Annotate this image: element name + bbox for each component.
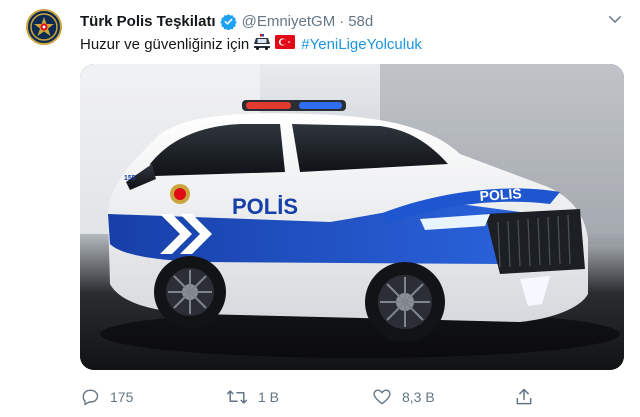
avatar[interactable]: [26, 9, 62, 45]
door-label: POLİS: [232, 194, 298, 219]
retweet-button[interactable]: 1 B: [226, 386, 279, 408]
turkish-flag-emoji: [275, 35, 296, 54]
hood-label: POLİS: [479, 185, 522, 204]
tweet-timestamp[interactable]: 58d: [348, 13, 373, 30]
separator-dot: ·: [339, 12, 345, 30]
police-badge-icon: [30, 13, 58, 41]
reply-count: 175: [110, 389, 134, 405]
retweet-icon: [226, 390, 248, 404]
like-button[interactable]: 8,3 B: [372, 386, 435, 408]
display-name[interactable]: Türk Polis Teşkilatı: [80, 13, 216, 30]
police-suv-image: POLİS POLİS 155: [80, 64, 624, 370]
tweet-text-body: Huzur ve güvenliğiniz için: [80, 35, 250, 53]
like-count: 8,3 B: [402, 389, 435, 405]
reply-icon: [82, 389, 99, 406]
tweet-actions: 175 1 B 8,3 B: [80, 386, 620, 408]
police-car-emoji: [253, 34, 271, 55]
share-button[interactable]: [514, 386, 534, 408]
tweet-image[interactable]: POLİS POLİS 155: [80, 64, 624, 370]
verified-badge-icon: [219, 13, 237, 30]
tweet[interactable]: Türk Polis Teşkilatı @EmniyetGM · 58d Hu…: [0, 0, 640, 417]
user-handle[interactable]: @EmniyetGM: [242, 13, 336, 30]
share-icon: [516, 388, 532, 405]
reply-button[interactable]: 175: [80, 386, 133, 408]
hashtag-link[interactable]: #YeniLigeYolculuk: [301, 36, 422, 54]
tweet-text: Huzur ve güvenliğiniz için #YeniLigeYolc…: [80, 34, 422, 55]
chevron-down-icon[interactable]: [606, 10, 624, 28]
heart-icon: [373, 389, 391, 405]
tweet-header: Türk Polis Teşkilatı @EmniyetGM · 58d: [80, 12, 373, 30]
retweet-count: 1 B: [258, 389, 280, 405]
phone-label: 155: [124, 175, 136, 182]
